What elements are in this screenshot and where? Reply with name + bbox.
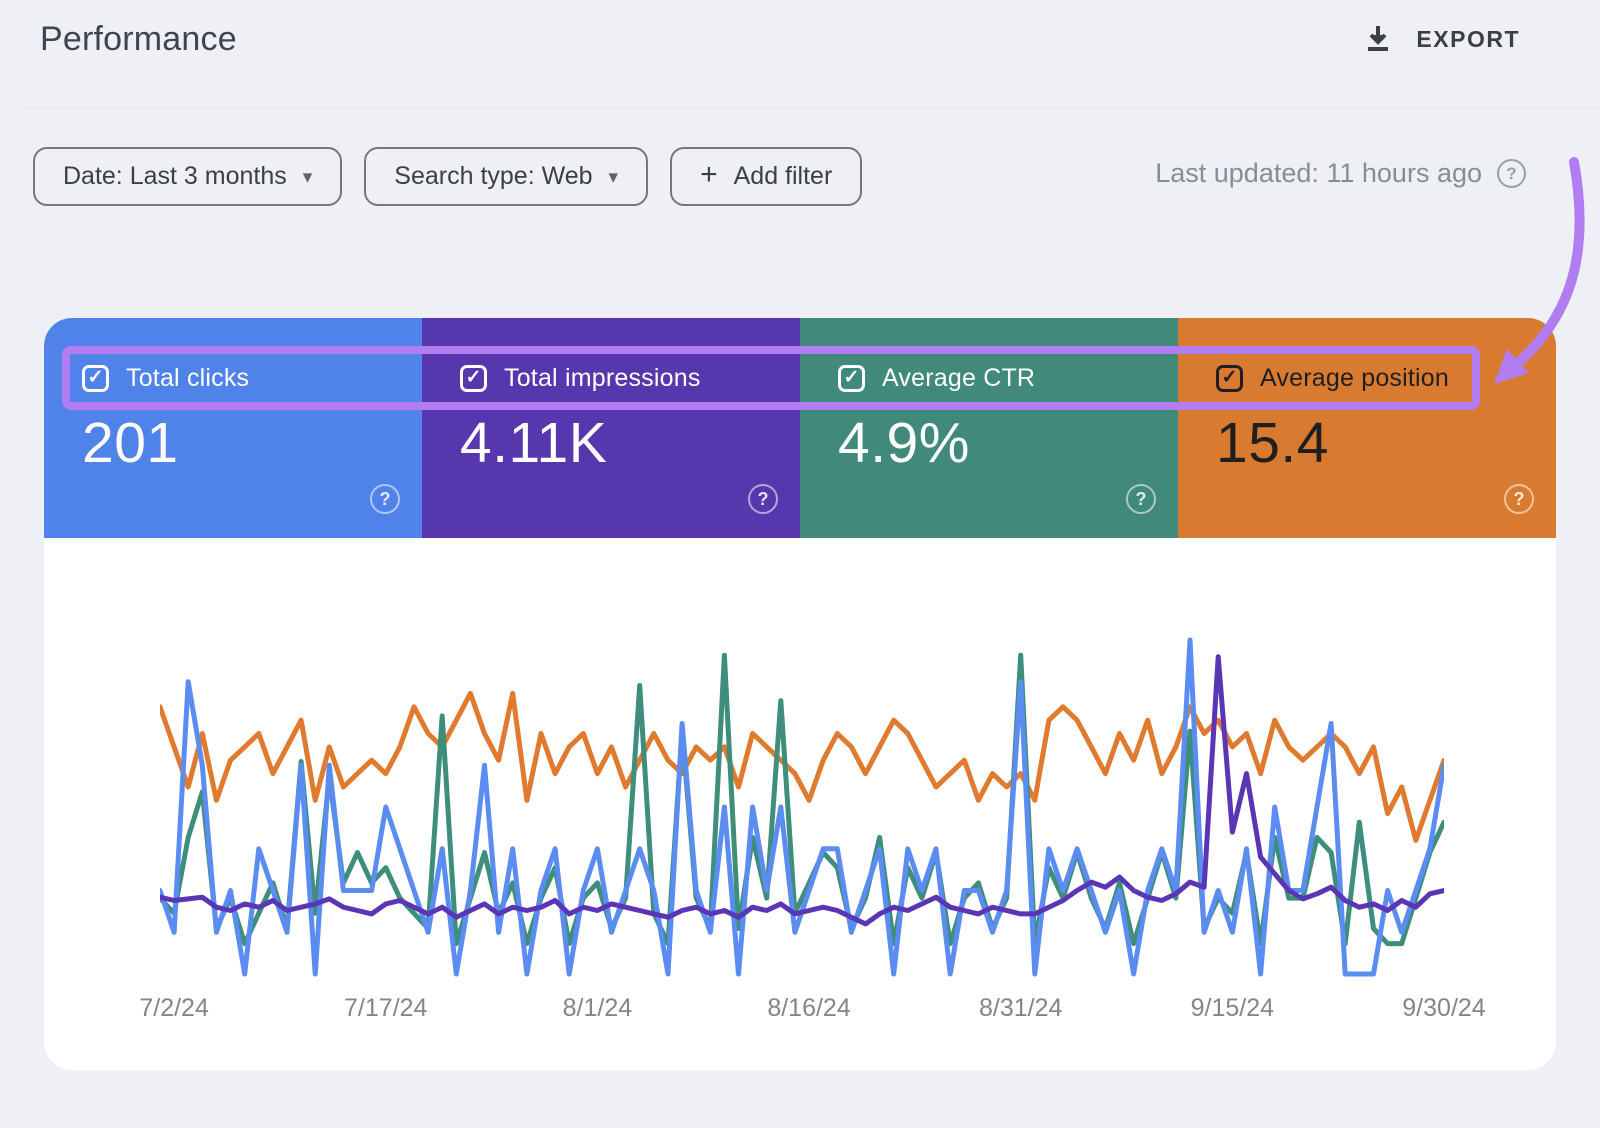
card-label: Average CTR [882, 364, 1035, 393]
card-value: 201 [82, 410, 179, 476]
card-label: Average position [1260, 364, 1449, 393]
help-icon[interactable]: ? [748, 484, 778, 514]
card-average-position[interactable]: ✓ Average position 15.4 ? [1178, 318, 1556, 538]
metric-toggle[interactable]: ✓ Total clicks [82, 364, 249, 393]
date-filter-label: Date: Last 3 months [63, 162, 287, 191]
card-total-impressions[interactable]: ✓ Total impressions 4.11K ? [422, 318, 800, 538]
add-filter-label: Add filter [734, 162, 833, 191]
performance-panel: ✓ Total clicks 201 ? ✓ Total impressions… [44, 318, 1556, 1070]
x-axis-label: 8/16/24 [739, 994, 879, 1023]
card-value: 15.4 [1216, 410, 1329, 476]
card-value: 4.9% [838, 410, 970, 476]
add-filter-chip[interactable]: + Add filter [670, 147, 862, 206]
last-updated-text: Last updated: 11 hours ago [1155, 158, 1482, 189]
performance-page: { "header": { "title": "Performance", "e… [0, 0, 1600, 1128]
card-value: 4.11K [460, 410, 607, 476]
search-type-filter-chip[interactable]: Search type: Web ▾ [364, 147, 648, 206]
series-average-position [160, 693, 1444, 840]
card-label: Total impressions [504, 364, 701, 393]
search-type-label: Search type: Web [394, 162, 592, 191]
metric-toggle[interactable]: ✓ Average position [1216, 364, 1449, 393]
date-filter-chip[interactable]: Date: Last 3 months ▾ [33, 147, 342, 206]
card-label: Total clicks [126, 364, 249, 393]
last-updated: Last updated: 11 hours ago ? [1155, 158, 1526, 189]
checkbox-checked-icon[interactable]: ✓ [82, 365, 109, 392]
x-axis-label: 7/17/24 [316, 994, 456, 1023]
plus-icon: + [700, 158, 718, 192]
x-axis-label: 7/2/24 [104, 994, 244, 1023]
help-icon[interactable]: ? [1504, 484, 1534, 514]
x-axis: 7/2/24 7/17/24 8/1/24 8/16/24 8/31/24 9/15/24… [44, 994, 1556, 1034]
x-axis-label: 8/1/24 [527, 994, 667, 1023]
caret-down-icon: ▾ [609, 166, 619, 189]
download-icon [1364, 24, 1392, 54]
checkbox-checked-icon[interactable]: ✓ [460, 365, 487, 392]
checkbox-checked-icon[interactable]: ✓ [1216, 365, 1243, 392]
metric-cards: ✓ Total clicks 201 ? ✓ Total impressions… [44, 318, 1556, 538]
filter-row: Date: Last 3 months ▾ Search type: Web ▾… [33, 147, 862, 206]
header-divider [20, 107, 1600, 108]
card-average-ctr[interactable]: ✓ Average CTR 4.9% ? [800, 318, 1178, 538]
help-icon[interactable]: ? [1126, 484, 1156, 514]
export-button[interactable]: EXPORT [1364, 24, 1520, 54]
checkbox-checked-icon[interactable]: ✓ [838, 365, 865, 392]
help-icon[interactable]: ? [1497, 159, 1526, 188]
card-total-clicks[interactable]: ✓ Total clicks 201 ? [44, 318, 422, 538]
metric-toggle[interactable]: ✓ Average CTR [838, 364, 1035, 393]
metric-toggle[interactable]: ✓ Total impressions [460, 364, 701, 393]
performance-line-chart[interactable] [160, 636, 1444, 978]
x-axis-label: 9/15/24 [1162, 994, 1302, 1023]
x-axis-label: 9/30/24 [1374, 994, 1514, 1023]
caret-down-icon: ▾ [303, 166, 313, 189]
help-icon[interactable]: ? [370, 484, 400, 514]
x-axis-label: 8/31/24 [951, 994, 1091, 1023]
page-title: Performance [40, 20, 237, 59]
export-label: EXPORT [1416, 26, 1520, 53]
